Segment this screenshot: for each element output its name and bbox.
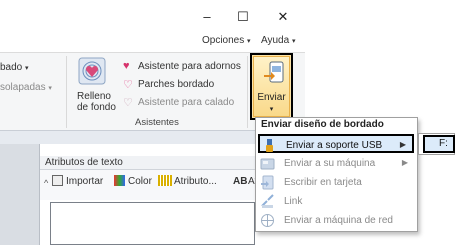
panel-header: Atributos de texto [40, 156, 255, 170]
lace-heart-icon: ♡ [123, 97, 133, 109]
enviar-label: Enviar [257, 92, 286, 103]
network-machine-icon [261, 214, 274, 227]
menu-ayuda[interactable]: Ayuda ▾ [261, 35, 295, 46]
usb-icon [266, 139, 273, 152]
machine-icon [260, 158, 275, 170]
import-icon [52, 175, 63, 186]
collapse-icon[interactable]: ^ [44, 178, 48, 188]
patch-heart-icon: ♡ [123, 79, 133, 91]
heart-icon: ♥ [123, 60, 130, 72]
text-area[interactable] [50, 202, 255, 245]
relleno-fondo-icon[interactable] [78, 57, 106, 85]
menu-item-label: Enviar a su máquina [284, 158, 376, 169]
submenu-arrow-icon: ▶ [399, 140, 406, 149]
close-button[interactable]: ✕ [271, 8, 295, 26]
menu-item-label: Enviar a soporte USB [286, 140, 383, 151]
maximize-button[interactable]: ☐ [231, 8, 255, 26]
color-icon [114, 175, 125, 186]
send-device-icon [264, 61, 284, 83]
ribbon-item-bado[interactable]: bado ▾ [0, 62, 29, 73]
menu-item-link: Link [258, 192, 414, 211]
ribbon-divider [66, 56, 67, 128]
attribute-icon [158, 175, 172, 186]
left-workspace [0, 144, 40, 245]
chevron-down-icon: ▾ [269, 106, 274, 113]
drive-label: F: [439, 138, 448, 149]
asistente-calado-button: Asistente para calado [138, 97, 235, 108]
menu-opciones[interactable]: Opciones ▾ [202, 35, 251, 46]
menu-item-enviar-maquina: Enviar a su máquina ▶ [258, 154, 414, 173]
menu-item-escribir-tarjeta: Escribir en tarjeta [258, 173, 414, 192]
asistente-adornos-button[interactable]: Asistente para adornos [138, 61, 241, 72]
link-icon [261, 194, 274, 208]
dropdown-title: Enviar diseño de bordado [261, 119, 384, 130]
submenu-arrow-icon: ▶ [401, 158, 408, 167]
enviar-button[interactable]: Enviar ▾ [250, 53, 293, 120]
menu-item-label: Escribir en tarjeta [284, 177, 362, 188]
color-button[interactable]: Color [128, 176, 152, 187]
tab-strip [0, 130, 255, 144]
atributo-button[interactable]: Atributo... [174, 176, 217, 187]
parches-bordado-button[interactable]: Parches bordado [138, 79, 214, 90]
menu-bar: Opciones ▾ Ayuda ▾ [0, 32, 305, 52]
importar-button[interactable]: Importar [66, 176, 103, 187]
menu-item-enviar-usb[interactable]: Enviar a soporte USB ▶ [258, 134, 414, 153]
panel-toolbar: ^ Importar Color Atributo... AB At [40, 170, 257, 200]
minimize-button[interactable]: – [195, 8, 219, 26]
ab-icon[interactable]: AB [233, 176, 247, 187]
panel-title: Atributos de texto [45, 157, 123, 168]
ribbon-item-solapadas: solapadas ▾ [0, 82, 52, 93]
title-bar [0, 0, 305, 32]
relleno-label-1: Relleno [77, 91, 111, 102]
menu-item-label: Enviar a máquina de red [284, 215, 393, 226]
group-label-asistentes: Asistentes [135, 117, 179, 128]
relleno-fondo-button[interactable]: Relleno de fondo [77, 91, 116, 113]
relleno-label-2: de fondo [77, 102, 116, 113]
menu-item-label: Link [284, 196, 303, 207]
menu-item-maquina-red: Enviar a máquina de red [258, 211, 414, 230]
ribbon-divider [247, 56, 248, 128]
card-icon [261, 175, 274, 190]
